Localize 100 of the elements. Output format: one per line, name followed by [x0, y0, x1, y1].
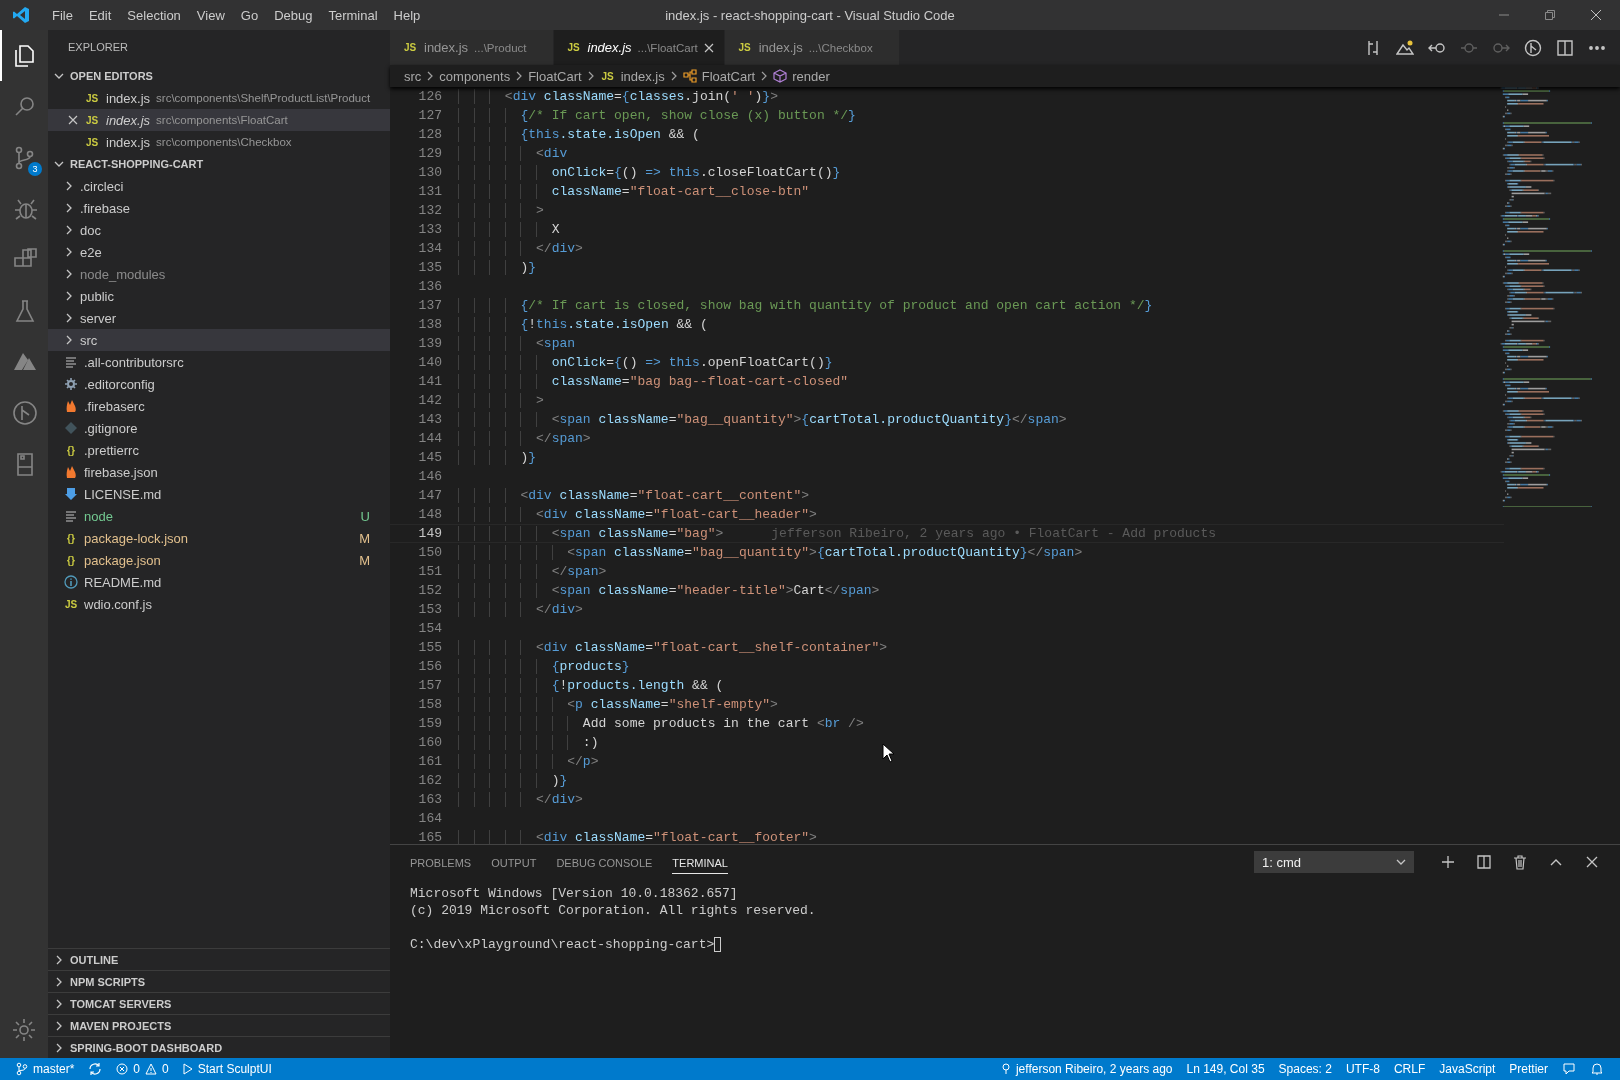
- feedback-icon[interactable]: [1562, 1062, 1576, 1076]
- tree-item[interactable]: .firebaserc: [48, 395, 390, 417]
- open-editor-item[interactable]: JS index.js src\components\FloatCart: [48, 109, 390, 131]
- tree-item[interactable]: doc: [48, 219, 390, 241]
- breadcrumb-item[interactable]: FloatCart: [701, 68, 756, 84]
- breadcrumb-item[interactable]: FloatCart: [528, 68, 582, 84]
- section-header[interactable]: MAVEN PROJECTS: [48, 1014, 390, 1036]
- breadcrumb-item[interactable]: src: [404, 68, 422, 84]
- tree-item[interactable]: node_modules: [48, 263, 390, 285]
- arrow-down-icon: [64, 487, 78, 501]
- code-line: className="float-cart__close-btn": [458, 184, 810, 199]
- status-item[interactable]: Prettier: [1509, 1062, 1548, 1076]
- tree-item[interactable]: {} .prettierrc: [48, 439, 390, 461]
- terminal-cursor: [714, 937, 722, 952]
- tree-item[interactable]: .circleci: [48, 175, 390, 197]
- section-header[interactable]: TOMCAT SERVERS: [48, 992, 390, 1014]
- close-icon[interactable]: [1590, 9, 1602, 21]
- code-line: </div>: [458, 602, 583, 617]
- branch-circle-icon[interactable]: [1524, 38, 1542, 57]
- chevron-icon: [64, 313, 74, 323]
- code-line: {products}: [458, 659, 630, 674]
- code-line: {/* If cart open, show close (x) button */}: [458, 108, 856, 123]
- menu-item[interactable]: Edit: [80, 7, 120, 23]
- bell-icon[interactable]: [1590, 1062, 1604, 1076]
- breadcrumb-item[interactable]: index.js: [620, 68, 665, 84]
- line-number: 149: [417, 526, 443, 541]
- breadcrumb-item[interactable]: components: [439, 68, 511, 84]
- chevron-down-icon: [1396, 857, 1406, 867]
- tree-item[interactable]: firebase.json: [48, 461, 390, 483]
- plus-icon[interactable]: [1440, 854, 1456, 870]
- tree-item[interactable]: .all-contributorsrc: [48, 351, 390, 373]
- status-item[interactable]: Ln 149, Col 35: [1186, 1062, 1265, 1076]
- editor-tab[interactable]: JS index.js ...\FloatCart: [553, 30, 725, 65]
- sync-icon[interactable]: [88, 1062, 103, 1076]
- section-header[interactable]: NPM SCRIPTS: [48, 970, 390, 992]
- mountain-icon[interactable]: [1396, 38, 1414, 57]
- chevron-icon: [54, 1042, 64, 1053]
- line-number: 129: [417, 146, 443, 161]
- open-editor-item[interactable]: JS index.js src\components\Checkbox: [48, 131, 390, 153]
- task-status[interactable]: Start SculptUI: [182, 1062, 272, 1076]
- tree-item[interactable]: public: [48, 285, 390, 307]
- split-terminal-icon[interactable]: [1476, 854, 1492, 870]
- tree-item[interactable]: .firebase: [48, 197, 390, 219]
- status-item[interactable]: UTF-8: [1345, 1062, 1380, 1076]
- terminal-select[interactable]: 1: cmd: [1254, 851, 1414, 873]
- tree-item[interactable]: {} package.json M: [48, 549, 390, 571]
- code-line: <span: [458, 336, 576, 351]
- section-header[interactable]: OPEN EDITORS: [48, 65, 390, 87]
- git-status: U: [360, 508, 371, 524]
- close-icon[interactable]: [1584, 854, 1600, 870]
- menu-item[interactable]: Help: [385, 7, 429, 23]
- panel-tab[interactable]: DEBUG CONSOLE: [556, 850, 653, 874]
- settings-icon[interactable]: [10, 1016, 38, 1044]
- tree-item[interactable]: JS wdio.conf.js: [48, 593, 390, 615]
- tree-item[interactable]: node U: [48, 505, 390, 527]
- branch-status[interactable]: master*: [16, 1062, 75, 1076]
- tree-item[interactable]: LICENSE.md: [48, 483, 390, 505]
- close-icon[interactable]: [68, 115, 78, 125]
- line-number: 145: [417, 450, 443, 465]
- tree-item[interactable]: {} package-lock.json M: [48, 527, 390, 549]
- tree-item[interactable]: .editorconfig: [48, 373, 390, 395]
- editor-tab[interactable]: JS index.js ...\Checkbox: [724, 30, 900, 65]
- trash-icon[interactable]: [1512, 854, 1528, 870]
- status-item[interactable]: JavaScript: [1439, 1062, 1496, 1076]
- js-file-icon: JS: [84, 136, 100, 148]
- tree-item[interactable]: src: [48, 329, 390, 351]
- info-icon: [64, 575, 78, 589]
- section-header[interactable]: REACT-SHOPPING-CART: [48, 153, 390, 175]
- menu-item[interactable]: View: [188, 7, 233, 23]
- section-header[interactable]: OUTLINE: [48, 948, 390, 970]
- status-item[interactable]: CRLF: [1393, 1062, 1426, 1076]
- breadcrumb-item[interactable]: render: [792, 68, 830, 84]
- tree-item[interactable]: server: [48, 307, 390, 329]
- warning-icon: [145, 1063, 158, 1075]
- split-editor-icon[interactable]: [1556, 38, 1574, 57]
- tree-item[interactable]: .gitignore: [48, 417, 390, 439]
- open-editor-item[interactable]: JS index.js src\components\Shelf\ProductList\Product: [48, 87, 390, 109]
- line-number: 161: [417, 754, 443, 769]
- panel-tab[interactable]: OUTPUT: [491, 850, 537, 874]
- restore-icon[interactable]: [1544, 9, 1556, 21]
- tree-item[interactable]: e2e: [48, 241, 390, 263]
- chevron-icon: [54, 1020, 64, 1031]
- blame-status[interactable]: jefferson Ribeiro, 2 years ago: [1000, 1062, 1173, 1076]
- menu-item[interactable]: Debug: [266, 7, 321, 23]
- close-icon[interactable]: [703, 42, 714, 53]
- chevron-icon: [64, 269, 74, 279]
- code-line: <div: [458, 146, 568, 161]
- menu-item[interactable]: Selection: [119, 7, 189, 23]
- menu-item[interactable]: File: [44, 7, 81, 23]
- status-item[interactable]: Spaces: 2: [1278, 1062, 1332, 1076]
- code-line: <div className={classes.join(' ')}>: [458, 89, 778, 104]
- menu-item[interactable]: Terminal: [320, 7, 386, 23]
- problems-status[interactable]: 0 0: [116, 1062, 169, 1076]
- code-line: <span className="bag">: [458, 526, 724, 541]
- menu-item[interactable]: Go: [232, 7, 267, 23]
- panel-tab[interactable]: PROBLEMS: [410, 850, 472, 874]
- editor-tab[interactable]: JS index.js ...\Product: [390, 30, 554, 65]
- tree-item[interactable]: README.md: [48, 571, 390, 593]
- line-number: 154: [417, 621, 443, 636]
- panel-tab[interactable]: TERMINAL: [672, 850, 728, 874]
